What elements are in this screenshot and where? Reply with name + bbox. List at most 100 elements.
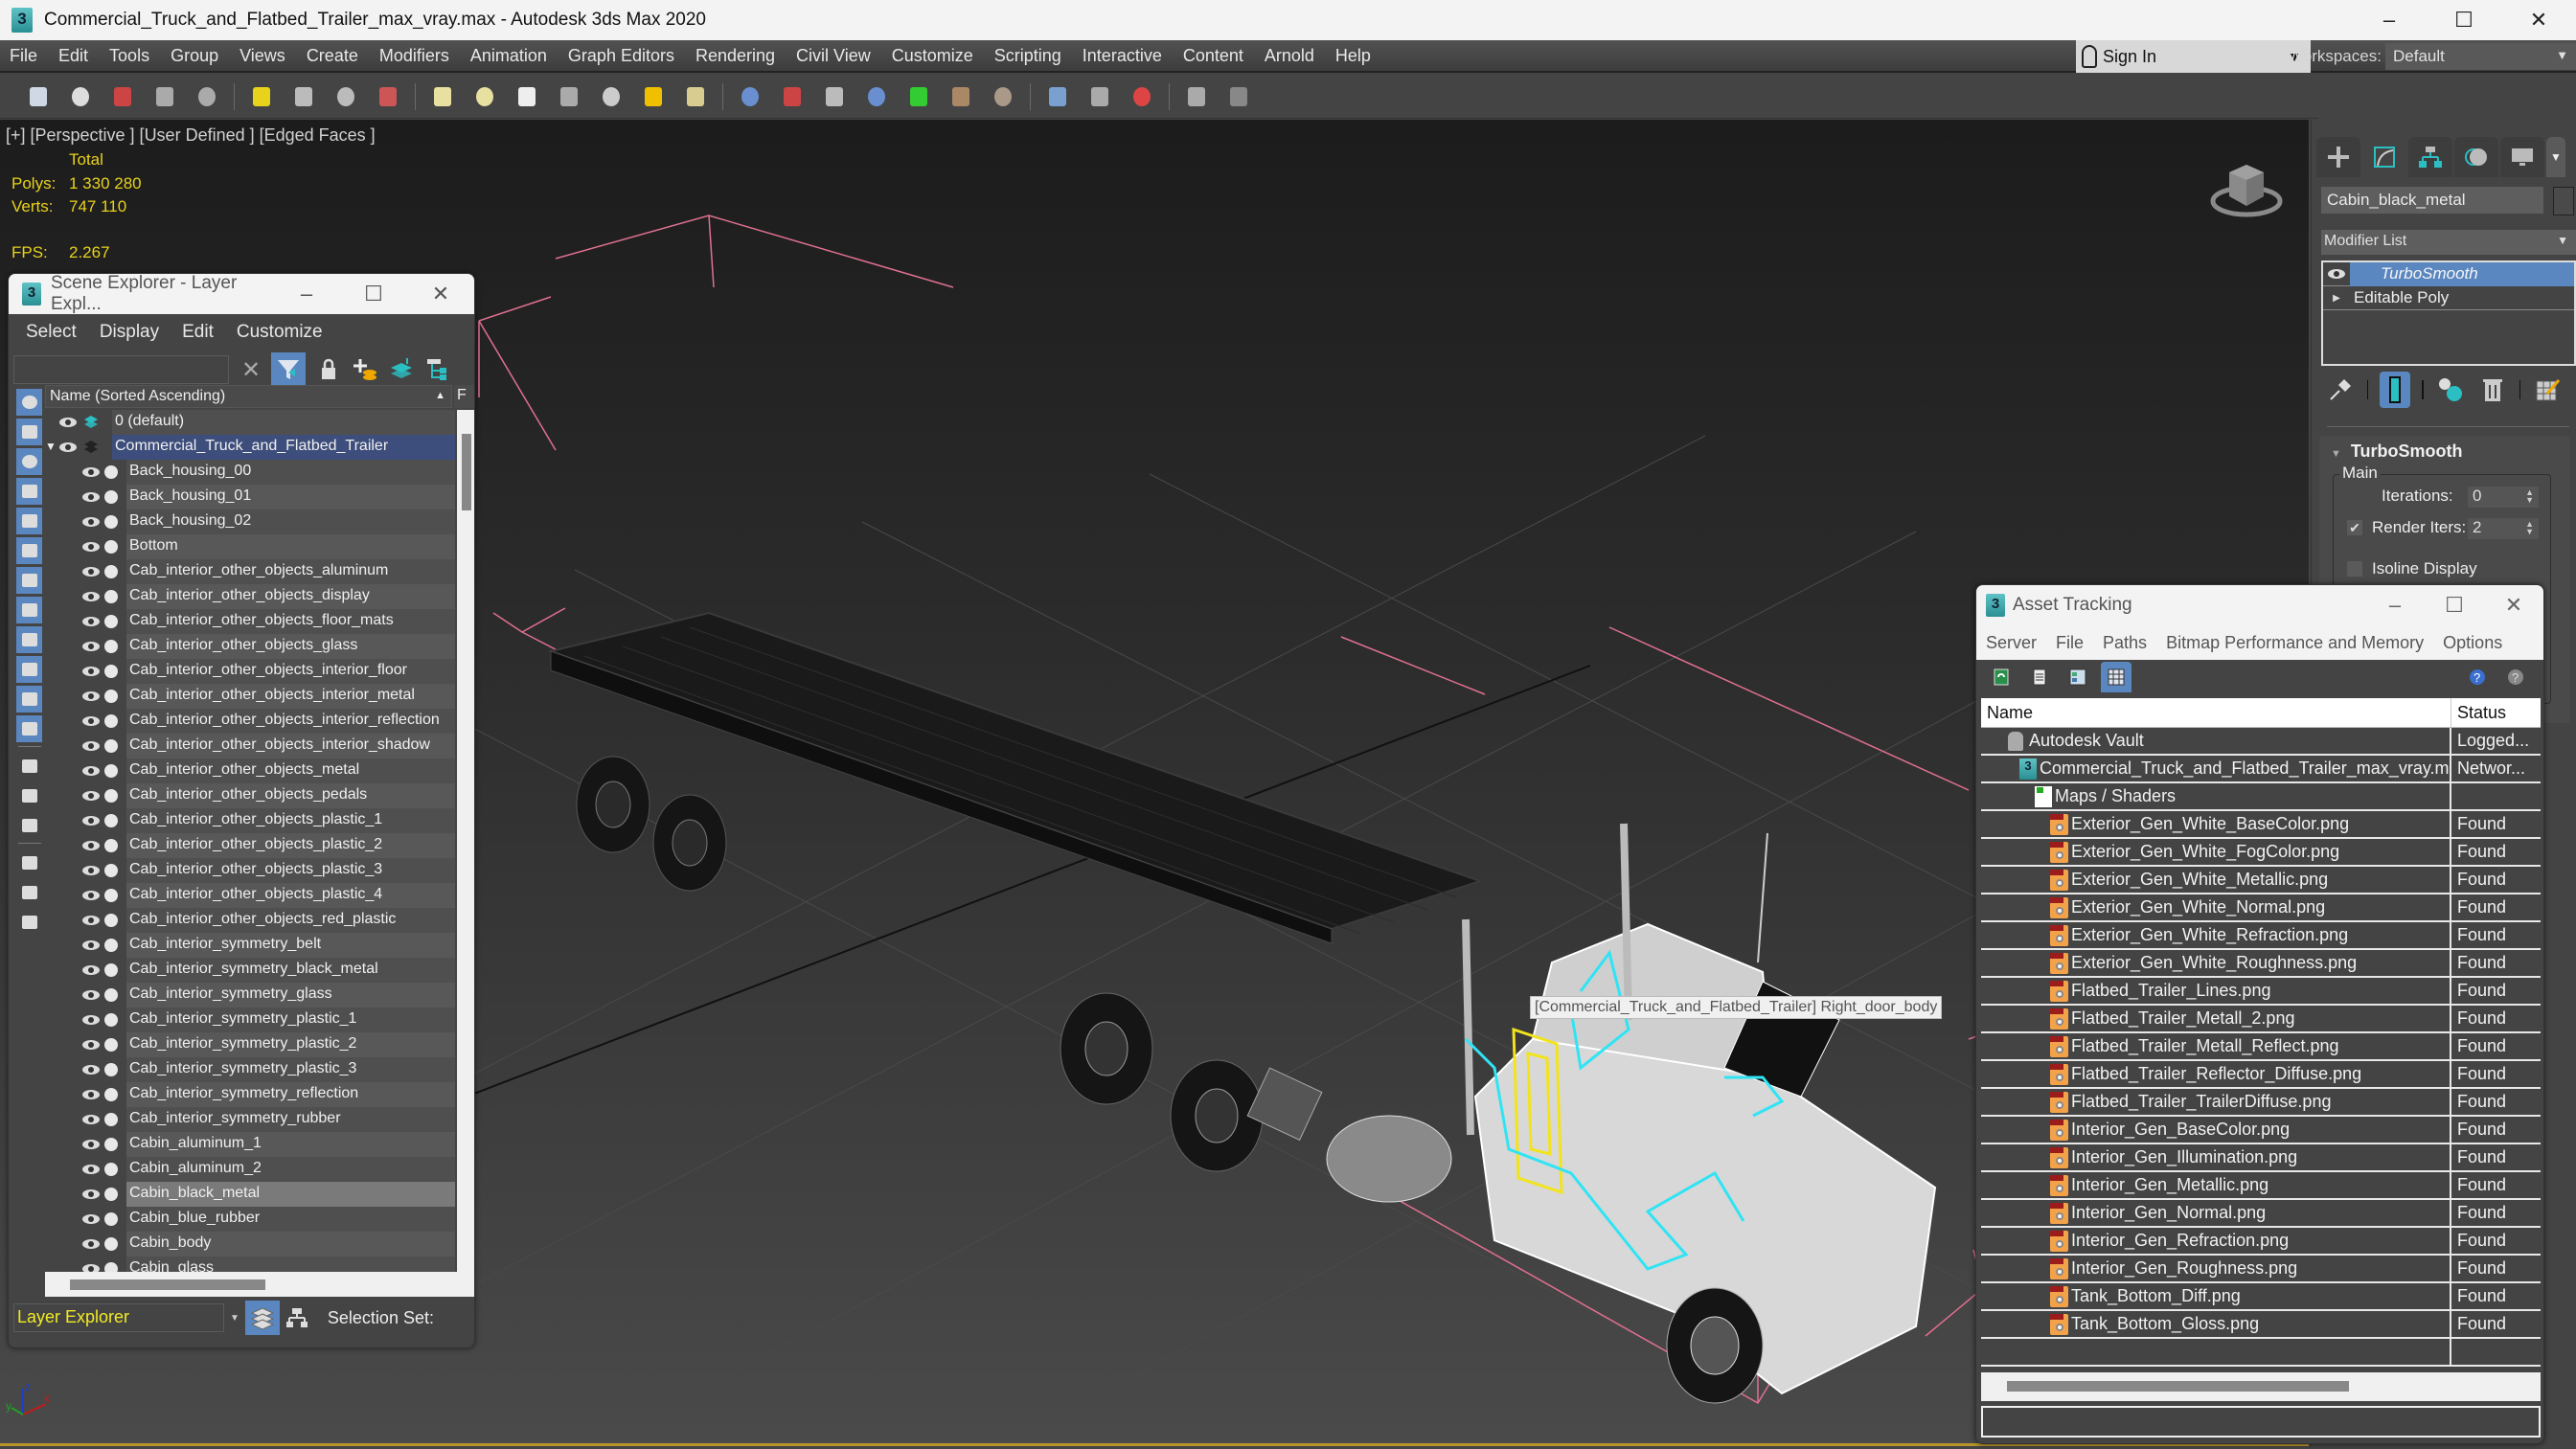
asset-row[interactable]: Exterior_Gen_White_Refraction.png Found — [1981, 922, 2541, 950]
object-row[interactable]: Cab_interior_other_objects_plastic_1 — [45, 808, 457, 833]
eye-icon[interactable] — [81, 837, 101, 854]
viewport-label[interactable]: [+] [Perspective ] [User Defined ] [Edge… — [6, 125, 376, 146]
asset-row[interactable]: Tank_Bottom_Gloss.png Found — [1981, 1311, 2541, 1339]
render-toggle-icon[interactable] — [104, 864, 118, 877]
render-elements-icon[interactable] — [1128, 83, 1155, 110]
spinner-arrows-icon[interactable]: ▲ ▼ — [2525, 520, 2534, 536]
shapes-filter-icon[interactable] — [16, 419, 42, 445]
eye-icon[interactable] — [81, 1011, 101, 1029]
asset-row[interactable]: Maps / Shaders — [1981, 783, 2541, 811]
help-icon[interactable]: ? — [2465, 664, 2490, 689]
workspace-select[interactable]: Default ▼ — [2385, 43, 2576, 70]
render-toggle-icon[interactable] — [104, 889, 118, 902]
flake-icon[interactable] — [863, 83, 890, 110]
render-toggle-icon[interactable] — [104, 1237, 118, 1251]
minimize-button[interactable]: – — [273, 282, 340, 306]
eye-icon[interactable] — [81, 962, 101, 979]
object-row[interactable]: Cab_interior_other_objects_metal — [45, 758, 457, 783]
sun-icon[interactable] — [640, 83, 667, 110]
layer-list-icon[interactable] — [194, 83, 220, 110]
object-row[interactable]: Back_housing_00 — [45, 460, 457, 485]
maximize-button[interactable]: ☐ — [2425, 593, 2484, 618]
sort-by-hierarchy-button[interactable] — [280, 1301, 314, 1335]
layer-row[interactable]: 0 (default) — [45, 410, 457, 435]
render-toggle-icon[interactable] — [104, 1188, 118, 1201]
plane-icon[interactable] — [429, 83, 456, 110]
eye-icon[interactable] — [81, 787, 101, 804]
asset-row[interactable]: Flatbed_Trailer_Reflector_Diffuse.png Fou… — [1981, 1061, 2541, 1089]
name-column-header[interactable]: Name — [1981, 698, 2451, 727]
expand-arrow-icon[interactable]: ▶ — [2323, 293, 2350, 304]
menu-file[interactable]: File — [0, 46, 48, 66]
object-row[interactable]: Cab_interior_other_objects_interior_shad… — [45, 734, 457, 758]
asset-row[interactable]: Interior_Gen_Roughness.png Found — [1981, 1256, 2541, 1283]
menu-animation[interactable]: Animation — [460, 46, 558, 66]
close-button[interactable]: ✕ — [407, 282, 474, 306]
at-menu-paths[interactable]: Paths — [2103, 633, 2147, 653]
eye-icon[interactable] — [58, 439, 78, 456]
lights-filter-icon[interactable] — [16, 448, 42, 475]
flatbed-trailer[interactable] — [547, 611, 1484, 944]
object-row[interactable]: Cab_interior_other_objects_display — [45, 584, 457, 609]
lock-icon[interactable] — [315, 356, 342, 383]
help-icon[interactable] — [1225, 83, 1252, 110]
object-row[interactable]: Cab_interior_other_objects_aluminum — [45, 559, 457, 584]
layers-move-icon[interactable] — [388, 356, 415, 383]
list-view-icon[interactable] — [2024, 662, 2055, 692]
frozen-filter-icon[interactable] — [16, 686, 42, 713]
menu-views[interactable]: Views — [229, 46, 296, 66]
table-view-icon[interactable] — [2101, 662, 2131, 692]
menu-help[interactable]: Help — [1325, 46, 1381, 66]
render-toggle-icon[interactable] — [104, 764, 118, 778]
eye-icon[interactable] — [81, 1036, 101, 1053]
sort-by-layer-button[interactable] — [244, 1301, 280, 1335]
render-toggle-icon[interactable] — [104, 714, 118, 728]
render-toggle-icon[interactable] — [104, 1163, 118, 1176]
object-row[interactable]: Cab_interior_other_objects_interior_floo… — [45, 659, 457, 684]
asset-row[interactable]: Tank_Bottom_Diff.png Found — [1981, 1283, 2541, 1311]
object-row[interactable]: Cabin_black_metal — [45, 1182, 457, 1207]
render-toggle-icon[interactable] — [104, 515, 118, 529]
eye-icon[interactable] — [81, 613, 101, 630]
xrefs-filter-icon[interactable] — [16, 597, 42, 623]
scrollbar-thumb[interactable] — [2007, 1381, 2349, 1392]
maximize-button[interactable]: ☐ — [340, 282, 407, 306]
scene-explorer-search-input[interactable] — [13, 355, 229, 384]
object-row[interactable]: Cab_interior_other_objects_plastic_2 — [45, 833, 457, 858]
viewcube-icon[interactable] — [2208, 153, 2285, 220]
asset-row[interactable]: Exterior_Gen_White_FogColor.png Found — [1981, 839, 2541, 867]
motion-tab[interactable] — [2454, 137, 2498, 177]
close-button[interactable]: ✕ — [2501, 0, 2576, 40]
render-frame-icon[interactable] — [109, 83, 136, 110]
spinner-arrows-icon[interactable]: ▲ ▼ — [2525, 488, 2534, 505]
se-menu-select[interactable]: Select — [26, 322, 77, 343]
grass-object-icon[interactable] — [556, 83, 582, 110]
object-color-swatch[interactable] — [2553, 187, 2574, 215]
stack-item-turbosmooth[interactable]: TurboSmooth — [2323, 261, 2574, 286]
menu-edit[interactable]: Edit — [48, 46, 99, 66]
render-toggle-icon[interactable] — [104, 939, 118, 952]
displacement-icon[interactable] — [990, 83, 1016, 110]
eye-icon[interactable] — [2323, 268, 2350, 280]
object-row[interactable]: Cab_interior_other_objects_plastic_3 — [45, 858, 457, 883]
menu-graph-editors[interactable]: Graph Editors — [558, 46, 685, 66]
asset-path-field[interactable] — [1981, 1406, 2541, 1438]
menu-customize[interactable]: Customize — [881, 46, 984, 66]
render-toggle-icon[interactable] — [104, 789, 118, 803]
eye-icon[interactable] — [81, 1111, 101, 1128]
eye-icon[interactable] — [81, 986, 101, 1004]
object-row[interactable]: Cab_interior_symmetry_reflection — [45, 1082, 457, 1107]
camera-icon[interactable] — [290, 83, 317, 110]
render-toggle-icon[interactable] — [104, 839, 118, 852]
menu-rendering[interactable]: Rendering — [685, 46, 786, 66]
clear-search-icon[interactable]: ✕ — [237, 356, 265, 384]
eye-icon[interactable] — [81, 588, 101, 605]
egg-icon[interactable] — [682, 83, 709, 110]
render-toggle-icon[interactable] — [104, 914, 118, 927]
iterations-spinner[interactable]: 0 ▲ ▼ — [2468, 487, 2539, 508]
render-toggle-icon[interactable] — [104, 1063, 118, 1076]
se-menu-display[interactable]: Display — [100, 322, 159, 343]
cone-light-icon[interactable] — [598, 83, 625, 110]
render-toggle-icon[interactable] — [104, 1138, 118, 1151]
render-toggle-icon[interactable] — [104, 1113, 118, 1126]
